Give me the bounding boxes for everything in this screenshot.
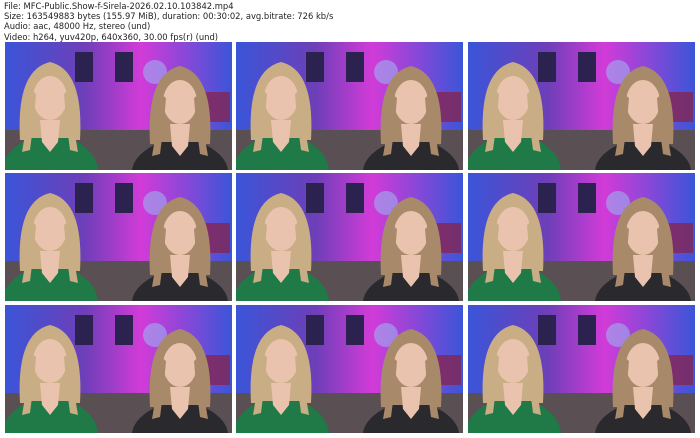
video-thumbnail (236, 42, 463, 170)
file-info: File: MFC-Public.Show-f-Sirela-2026.02.1… (4, 1, 333, 42)
audio-info: Audio: aac, 48000 Hz, stereo (und) (4, 21, 151, 32)
file-name: File: MFC-Public.Show-f-Sirela-2026.02.1… (4, 1, 234, 11)
video-thumbnail (236, 305, 463, 433)
thumbnail-image (5, 173, 232, 301)
thumbnail-image (468, 173, 695, 301)
video-thumbnail (236, 173, 463, 301)
thumbnail-image (236, 173, 463, 301)
video-thumbnail (5, 305, 232, 433)
thumbnail-image (236, 42, 463, 170)
video-thumbnail (468, 305, 695, 433)
thumbnail-image (468, 42, 695, 170)
file-size: Size: 163549883 bytes (155.97 MiB), dura… (4, 11, 334, 22)
video-thumbnail (5, 42, 232, 170)
video-thumbnail (468, 42, 695, 170)
video-thumbnail (468, 173, 695, 301)
video-info: Video: h264, yuv420p, 640x360, 30.00 fps… (4, 31, 219, 42)
thumbnail-image (5, 305, 232, 433)
thumbnail-image (468, 305, 695, 433)
video-thumbnail (5, 173, 232, 301)
thumbnail-image (236, 305, 463, 433)
thumbnail-image (5, 42, 232, 170)
